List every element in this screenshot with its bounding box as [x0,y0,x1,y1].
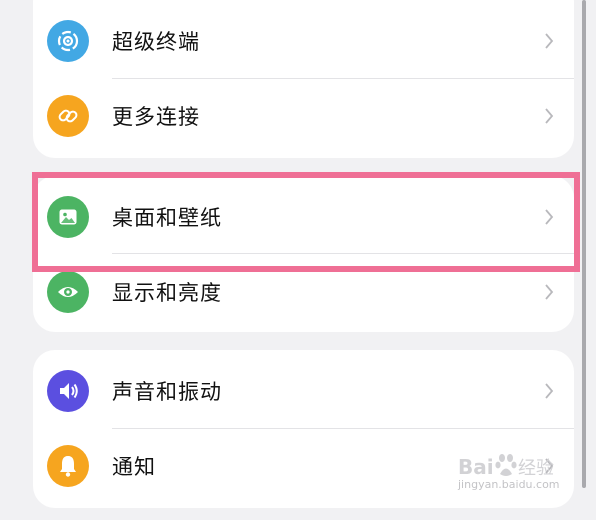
settings-item-label: 声音和振动 [112,380,222,404]
settings-item-sound-vibration[interactable]: 声音和振动 [33,354,574,428]
settings-item-label: 超级终端 [112,30,200,54]
settings-item-display-brightness[interactable]: 显示和亮度 [33,255,574,329]
link-icon [47,95,89,137]
settings-item-super-device[interactable]: 超级终端 [33,4,574,78]
chevron-right-icon [545,33,554,49]
settings-item-label: 更多连接 [112,105,200,129]
settings-group-connectivity: 超级终端 更多连接 [33,0,574,158]
settings-group-display: 桌面和壁纸 显示和亮度 [33,176,574,332]
settings-item-label: 通知 [112,455,156,479]
settings-item-wallpaper[interactable]: 桌面和壁纸 [33,180,574,254]
watermark-url: jingyan.baidu.com [458,478,560,491]
chevron-right-icon [545,209,554,225]
settings-item-more-connections[interactable]: 更多连接 [33,79,574,153]
divider [112,253,574,254]
svg-text:经验: 经验 [518,458,554,479]
chevron-right-icon [545,108,554,124]
svg-text:Bai: Bai [458,455,494,479]
super-device-icon [47,20,89,62]
speaker-icon [47,370,89,412]
chevron-right-icon [545,383,554,399]
settings-item-label: 显示和亮度 [112,281,222,305]
wallpaper-icon [47,196,89,238]
scrollbar[interactable] [582,0,586,488]
eye-icon [47,271,89,313]
settings-item-label: 桌面和壁纸 [112,206,222,230]
baidu-jingyan-watermark: Bai 经验 [458,454,554,479]
bell-icon [47,445,89,487]
chevron-right-icon [545,284,554,300]
